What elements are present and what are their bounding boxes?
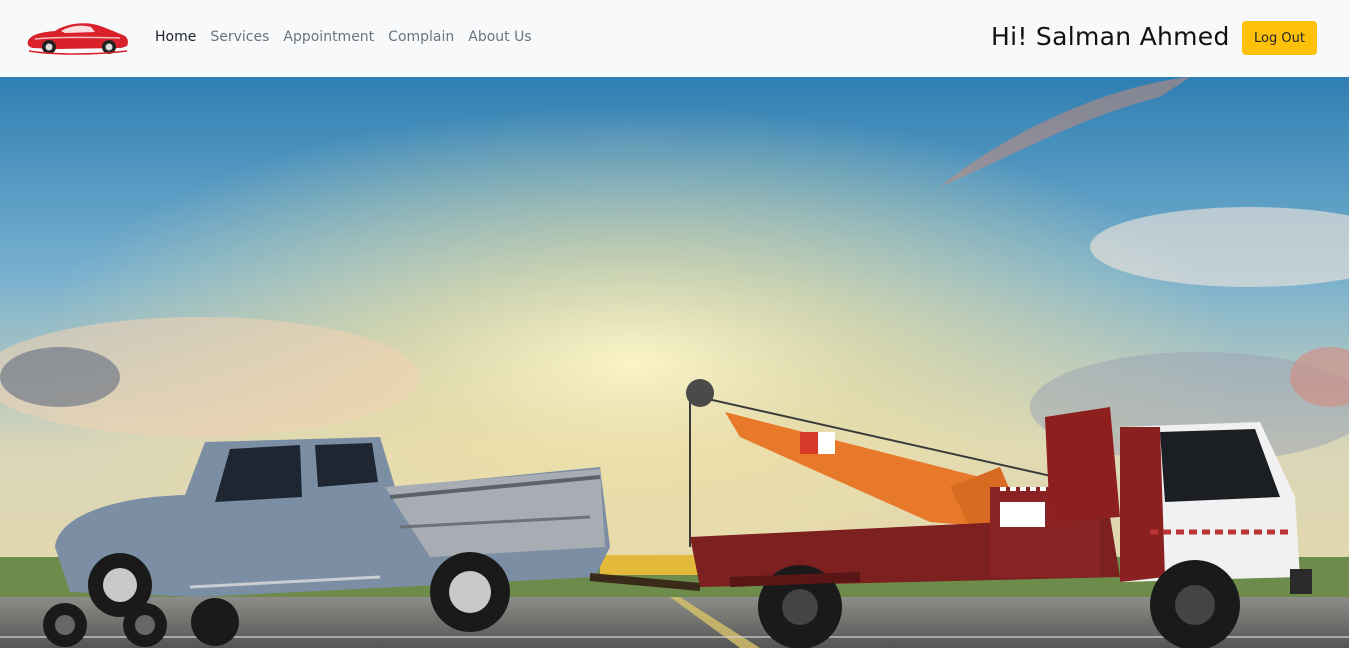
nav-item-complain[interactable]: Complain — [388, 29, 454, 45]
navbar: Home Services Appointment Complain About… — [0, 0, 1349, 77]
user-greeting: Hi! Salman Ahmed — [991, 22, 1230, 51]
nav-item-appointment[interactable]: Appointment — [283, 29, 374, 45]
nav-item-services[interactable]: Services — [210, 29, 269, 45]
brand-logo[interactable] — [25, 19, 131, 57]
nav-item-home[interactable]: Home — [155, 29, 196, 45]
nav-item-about-us[interactable]: About Us — [468, 29, 531, 45]
main-nav: Home Services Appointment Complain About… — [155, 29, 546, 45]
red-car-logo-icon — [27, 23, 128, 55]
tow-truck-hero-image — [0, 77, 1349, 648]
logout-button[interactable]: Log Out — [1242, 21, 1317, 55]
hero-banner — [0, 77, 1349, 648]
